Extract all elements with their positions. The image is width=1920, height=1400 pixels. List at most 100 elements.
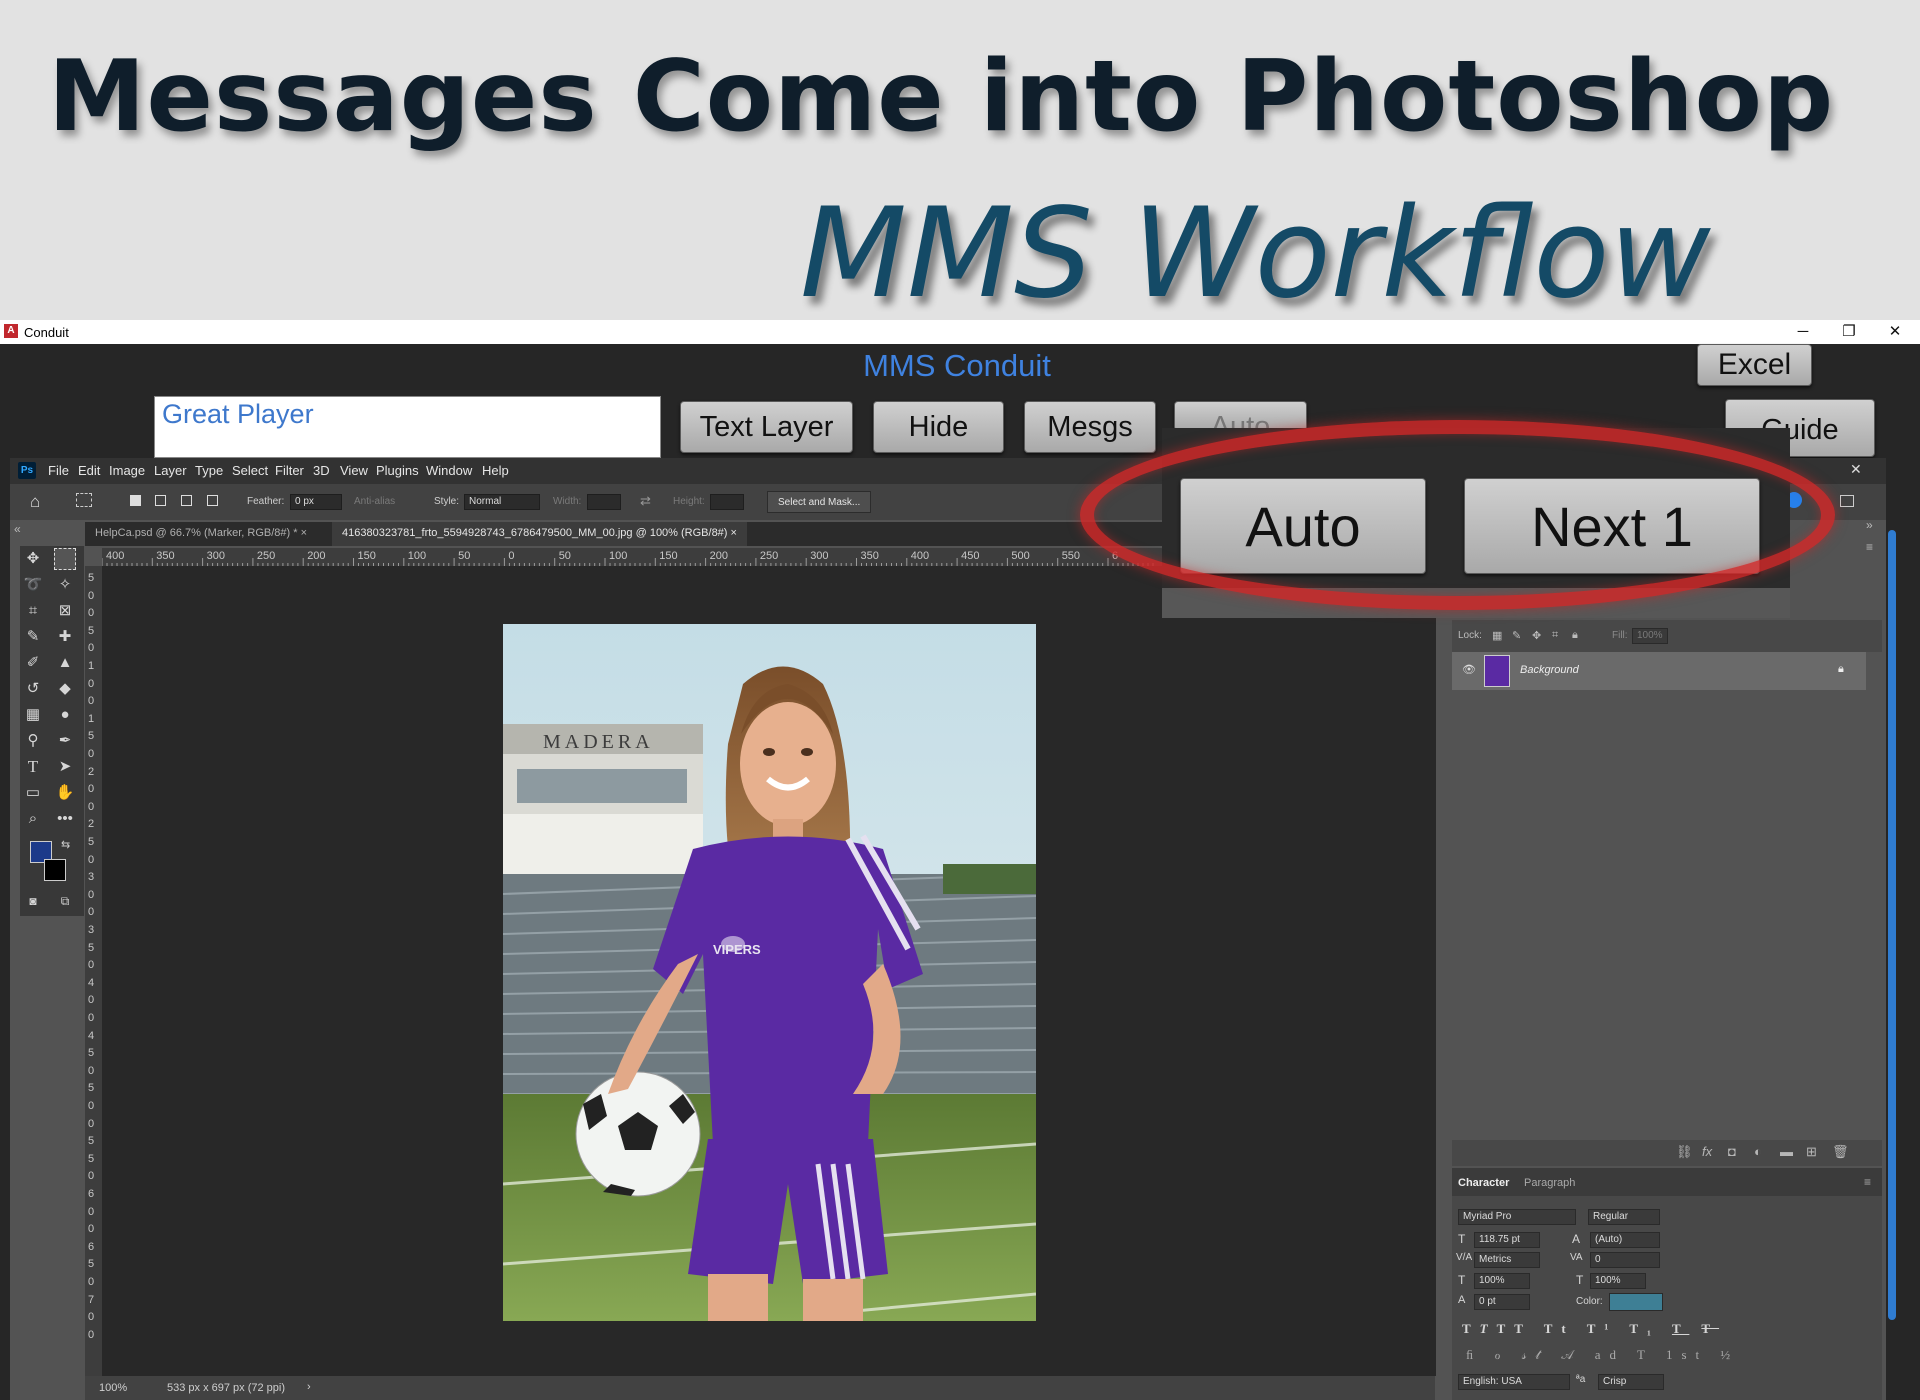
select-and-mask-button[interactable]: Select and Mask... (767, 491, 872, 513)
font-family-select[interactable]: Myriad Pro (1458, 1209, 1576, 1225)
menu-3d[interactable]: 3D (313, 463, 330, 478)
menu-plugins[interactable]: Plugins (376, 463, 419, 478)
background-color-swatch[interactable] (44, 859, 66, 881)
gradient-tool-icon[interactable]: ▦ (22, 704, 44, 726)
feather-input[interactable]: 0 px (290, 494, 342, 510)
doc-tab-active[interactable]: 416380323781_frto_5594928743_6786479500_… (332, 522, 747, 546)
menu-edit[interactable]: Edit (78, 463, 100, 478)
history-brush-icon[interactable]: ↺ (22, 678, 44, 700)
screen-mode-icon[interactable]: ⧉ (54, 890, 76, 912)
more-tools-icon[interactable]: ••• (54, 808, 76, 830)
rectangle-tool-icon[interactable]: ▭ (22, 782, 44, 804)
menu-window[interactable]: Window (426, 463, 472, 478)
menu-type[interactable]: Type (195, 463, 223, 478)
path-select-icon[interactable]: ➤ (54, 756, 76, 778)
quick-mask-icon[interactable]: ◙ (22, 890, 44, 912)
type-tool-icon[interactable]: T (22, 756, 44, 778)
fill-input[interactable]: 100% (1632, 628, 1668, 644)
eraser-icon[interactable]: ◆ (54, 678, 76, 700)
text-layer-button[interactable]: Text Layer (680, 401, 853, 453)
close-tab-icon[interactable]: × (301, 527, 307, 539)
home-icon[interactable]: ⌂ (30, 492, 40, 512)
font-size-input[interactable]: 118.75 pt (1474, 1232, 1540, 1248)
zoom-level[interactable]: 100% (99, 1382, 127, 1394)
lasso-tool-icon[interactable]: ➰ (22, 574, 44, 596)
expand-panels-icon[interactable]: » (1866, 518, 1873, 532)
menu-select[interactable]: Select (232, 463, 268, 478)
intersect-selection-icon[interactable] (207, 495, 218, 506)
frame-tool-icon[interactable]: ⊠ (54, 600, 76, 622)
new-layer-icon[interactable]: ⊞ (1806, 1144, 1817, 1160)
antialias-select[interactable]: Crisp (1598, 1374, 1664, 1390)
delete-layer-icon[interactable]: 🗑︎ (1832, 1144, 1849, 1160)
eyedropper-icon[interactable]: ✎ (22, 626, 44, 648)
text-style-buttons[interactable]: TTTT Tt T¹ T₁ T T (1462, 1321, 1719, 1337)
opentype-buttons[interactable]: ﬁ ℴ 𝓈𝓉 𝒜 ad T 1st ½ (1466, 1347, 1739, 1363)
pen-tool-icon[interactable]: ✒ (54, 730, 76, 752)
mesgs-button[interactable]: Mesgs (1024, 401, 1156, 453)
workspace-icon[interactable] (1840, 495, 1854, 507)
crop-tool-icon[interactable]: ⌗ (22, 600, 44, 622)
menu-view[interactable]: View (340, 463, 368, 478)
lock-position-icon[interactable]: ✥ (1532, 629, 1541, 642)
new-group-icon[interactable]: ▬ (1780, 1144, 1793, 1159)
add-mask-icon[interactable]: ◘ (1728, 1144, 1736, 1159)
magic-wand-icon[interactable]: ✧ (54, 574, 76, 596)
ps-close-icon[interactable]: ✕ (1850, 461, 1862, 478)
style-select[interactable]: Normal (464, 494, 540, 510)
height-input[interactable] (710, 494, 744, 510)
menu-layer[interactable]: Layer (154, 463, 187, 478)
antialias-checkbox[interactable]: Anti-alias (354, 496, 395, 507)
dodge-tool-icon[interactable]: ⚲ (22, 730, 44, 752)
fx-icon[interactable]: fx (1702, 1144, 1712, 1159)
hand-tool-icon[interactable]: ✋ (54, 782, 76, 804)
tab-character[interactable]: Character (1458, 1177, 1509, 1189)
horizontal-scale-input[interactable]: 100% (1590, 1273, 1646, 1289)
subtract-selection-icon[interactable] (181, 495, 192, 506)
char-panel-menu-icon[interactable]: ≡ (1864, 1175, 1871, 1189)
lock-artboard-icon[interactable]: ⌗ (1552, 629, 1558, 642)
marquee-tool-icon[interactable] (54, 548, 76, 570)
tab-paragraph[interactable]: Paragraph (1524, 1177, 1575, 1189)
swap-icon[interactable]: ⇄ (640, 493, 651, 509)
language-select[interactable]: English: USA (1458, 1374, 1570, 1390)
message-field[interactable]: Great Player (154, 396, 661, 458)
stamp-tool-icon[interactable]: ▲ (54, 652, 76, 674)
layer-name[interactable]: Background (1520, 664, 1579, 676)
font-style-select[interactable]: Regular (1588, 1209, 1660, 1225)
new-selection-icon[interactable] (130, 495, 141, 506)
lock-transparent-icon[interactable]: ▦ (1492, 629, 1502, 642)
menu-filter[interactable]: Filter (275, 463, 304, 478)
healing-brush-icon[interactable]: ✚ (54, 626, 76, 648)
visibility-eye-icon[interactable]: 👁︎ (1462, 663, 1476, 676)
move-tool-icon[interactable]: ✥ (22, 548, 44, 570)
vertical-scale-input[interactable]: 100% (1474, 1273, 1530, 1289)
panel-menu-icon[interactable]: ≡ (1866, 540, 1873, 554)
blur-tool-icon[interactable]: ● (54, 704, 76, 726)
lock-all-icon[interactable]: 🔒︎ (1572, 629, 1578, 642)
close-tab-icon[interactable]: × (731, 527, 737, 539)
doc-tab[interactable]: HelpCa.psd @ 66.7% (Marker, RGB/8#) * × (85, 522, 328, 546)
restore-button[interactable]: ❐ (1826, 320, 1872, 344)
marquee-preset-icon[interactable] (76, 493, 92, 507)
tracking-select[interactable]: 0 (1590, 1252, 1660, 1268)
adjustment-layer-icon[interactable]: ◐ (1754, 1144, 1762, 1159)
menu-file[interactable]: File (48, 463, 69, 478)
excel-button[interactable]: Excel (1697, 344, 1812, 386)
text-color-swatch[interactable] (1609, 1293, 1663, 1311)
status-arrow-icon[interactable]: › (307, 1381, 311, 1393)
lock-pixels-icon[interactable]: ✎ (1512, 629, 1521, 642)
close-button[interactable]: ✕ (1872, 320, 1918, 344)
hide-button[interactable]: Hide (873, 401, 1004, 453)
link-layers-icon[interactable]: ⛓︎ (1676, 1144, 1693, 1160)
zoom-tool-icon[interactable]: ⌕ (22, 808, 44, 830)
layer-row[interactable]: 👁︎ Background 🔒︎ (1452, 652, 1866, 690)
collapse-tools-icon[interactable]: « (14, 522, 21, 536)
leading-input[interactable]: (Auto) (1590, 1232, 1660, 1248)
swap-colors-icon[interactable]: ⇆ (61, 838, 70, 851)
menu-image[interactable]: Image (109, 463, 145, 478)
minimize-button[interactable]: ─ (1780, 320, 1826, 344)
brush-tool-icon[interactable]: ✐ (22, 652, 44, 674)
menu-help[interactable]: Help (482, 463, 509, 478)
baseline-input[interactable]: 0 pt (1474, 1294, 1530, 1310)
